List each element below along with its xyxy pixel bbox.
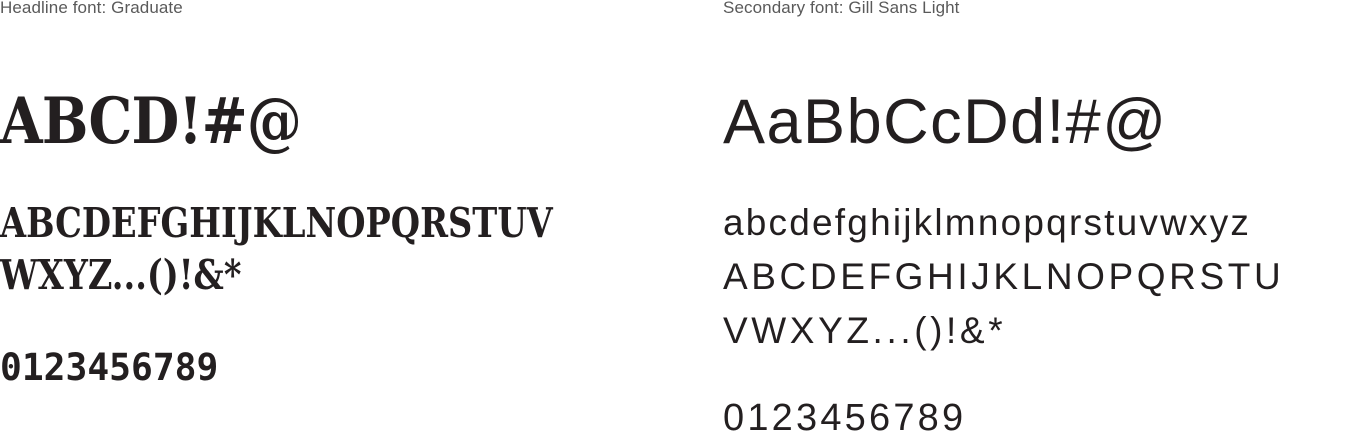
secondary-lowercase-alphabet: abcdefghijklmnopqrstuvwxyz bbox=[723, 202, 1252, 243]
secondary-display-sample: AaBbCcDd!#@ bbox=[723, 87, 1168, 157]
secondary-uppercase-line-2: VWXYZ...()!&* bbox=[723, 310, 1007, 351]
headline-display-sample: ABCD!#@ bbox=[0, 84, 302, 159]
secondary-numerals: 0123456789 bbox=[723, 397, 967, 439]
headline-alphabet: ABCDEFGHIJKLNOPQRSTUV WXYZ...()!&* bbox=[0, 197, 553, 301]
headline-alphabet-line-2: WXYZ...()!&* bbox=[0, 251, 242, 299]
headline-alphabet-line-1: ABCDEFGHIJKLNOPQRSTUV bbox=[0, 199, 553, 247]
headline-font-caption: Headline font: Graduate bbox=[0, 0, 183, 17]
secondary-uppercase-line-1: ABCDEFGHIJKLNOPQRSTU bbox=[723, 256, 1285, 297]
secondary-font-caption: Secondary font: Gill Sans Light bbox=[723, 0, 960, 17]
headline-numerals: 0123456789 bbox=[0, 346, 219, 389]
secondary-uppercase-alphabet: ABCDEFGHIJKLNOPQRSTU VWXYZ...()!&* bbox=[723, 250, 1284, 358]
